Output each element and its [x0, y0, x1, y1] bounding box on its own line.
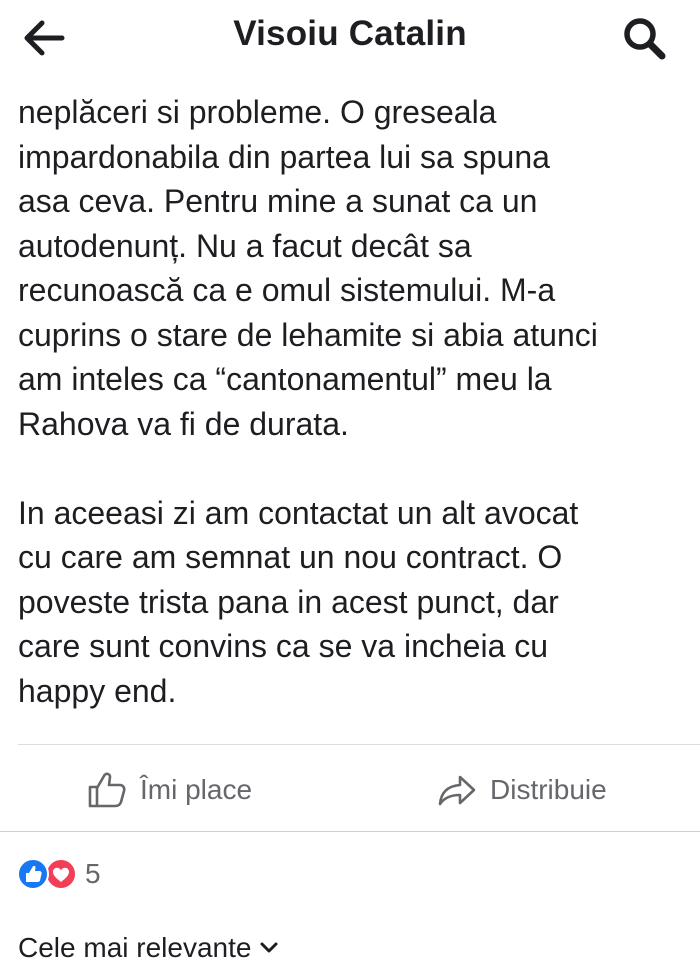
- like-reaction-icon: [17, 858, 49, 890]
- post-line: recunoască ca e omul sistemului. M-a: [18, 272, 556, 308]
- post-text: neplăceri si probleme. O greseala impardo…: [18, 90, 690, 713]
- like-button[interactable]: Îmi place: [86, 764, 252, 816]
- search-icon: [624, 18, 666, 60]
- reaction-count: 5: [85, 858, 101, 889]
- reactions-summary[interactable]: 5: [17, 856, 101, 892]
- comment-sort-dropdown[interactable]: Cele mai relevante: [18, 932, 279, 964]
- share-arrow-icon: [438, 775, 476, 806]
- post-line: neplăceri si probleme. O greseala: [18, 94, 497, 130]
- post-body: neplăceri si probleme. O greseala impardo…: [0, 78, 700, 728]
- share-button[interactable]: Distribuie: [436, 764, 607, 816]
- post-line: am inteles ca “cantonamentul” meu la: [18, 361, 552, 397]
- top-bar: Visoiu Catalin: [0, 0, 700, 78]
- like-label: Îmi place: [140, 774, 253, 805]
- post-line: poveste trista pana in acest punct, dar: [18, 583, 559, 620]
- post-line: In aceeasi zi am contactat un alt avocat: [18, 494, 579, 531]
- page-title: Visoiu Catalin: [233, 14, 467, 53]
- post-line: Rahova va fi de durata.: [18, 405, 349, 442]
- chevron-down-icon: [260, 942, 278, 953]
- divider: [0, 831, 700, 832]
- post-line: cuprins o stare de lehamite si abia atun…: [18, 316, 598, 353]
- post-paragraph: neplăceri si probleme. O greseala impardo…: [18, 90, 690, 446]
- post-line: asa ceva. Pentru mine a sunat ca un: [18, 183, 538, 219]
- post-line: care sunt convins ca se va incheia cu: [18, 628, 549, 664]
- post-line: autodenunț. Nu a facut decât sa: [18, 227, 472, 264]
- sort-label: Cele mai relevante: [18, 932, 252, 963]
- post-line: impardonabila din partea lui sa spuna: [18, 138, 550, 175]
- post-line: happy end.: [18, 672, 177, 709]
- share-label: Distribuie: [490, 774, 607, 805]
- post-paragraph: In aceeasi zi am contactat un alt avocat…: [18, 491, 690, 714]
- divider: [18, 744, 700, 745]
- search-button[interactable]: [618, 12, 670, 64]
- thumbs-up-icon: [88, 772, 126, 808]
- post-line: cu care am semnat un nou contract. O: [18, 539, 563, 575]
- love-reaction-icon: [45, 858, 77, 890]
